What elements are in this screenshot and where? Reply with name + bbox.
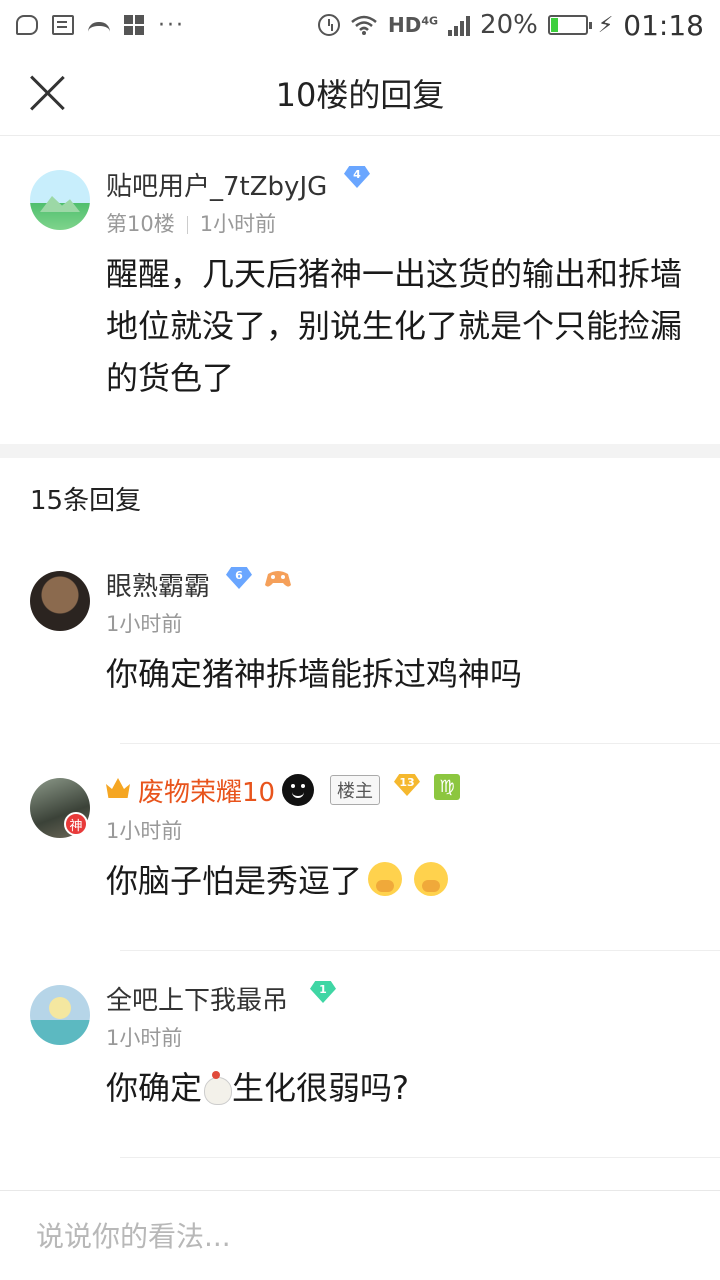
post-meta: 第10楼 1小时前 xyxy=(106,208,276,238)
network-type-label: 4G xyxy=(421,14,439,28)
smiley-badge-icon xyxy=(282,774,314,806)
chat-bubble-icon xyxy=(16,15,38,35)
replies-count: 15条回复 xyxy=(30,486,142,516)
cover-mouth-emoji-icon xyxy=(414,862,449,896)
level-badge: 4 xyxy=(344,166,370,188)
apps-icon xyxy=(124,15,144,35)
level-gem-icon: 13 xyxy=(394,774,420,796)
page-header: 10楼的回复 xyxy=(0,50,720,136)
row-divider xyxy=(120,1157,720,1158)
post-time: 1小时前 xyxy=(199,212,277,236)
chicken-emoji-icon xyxy=(202,1069,233,1105)
post-content: 醒醒，几天后猪神一出这货的输出和拆墙地位就没了，别说生化了就是个只能捡漏的货色了 xyxy=(106,255,683,397)
avatar[interactable] xyxy=(30,571,90,631)
zodiac-badge: ♍ xyxy=(434,774,460,800)
cover-mouth-emoji-icon xyxy=(368,862,403,896)
battery-level-fill xyxy=(550,18,559,32)
network-indicator: HD4G xyxy=(388,13,438,37)
network-label: HD xyxy=(388,13,422,37)
reply-input-bar xyxy=(0,1190,720,1280)
reply-content-row: 你脑子怕是秀逗了 xyxy=(106,855,706,907)
missed-call-icon xyxy=(88,22,110,34)
reply-time: 1小时前 xyxy=(106,819,183,843)
reply-username[interactable]: 全吧上下我最吊 xyxy=(106,980,288,1017)
main-post: 贴吧用户_7tZbyJG 4 第10楼 1小时前 醒醒，几天后猪神一出这货的输出和… xyxy=(0,136,720,444)
post-username[interactable]: 贴吧用户_7tZbyJG xyxy=(106,166,327,203)
reply-time: 1小时前 xyxy=(106,1026,183,1050)
battery-percent: 20% xyxy=(480,10,538,40)
reply-content: 你确定猪神拆墙能拆过鸡神吗 xyxy=(106,655,523,693)
more-notifications-icon: ··· xyxy=(158,12,185,38)
section-divider xyxy=(0,444,720,458)
clock-time: 01:18 xyxy=(623,8,704,42)
avatar[interactable] xyxy=(30,170,90,230)
level-badge: 13 xyxy=(394,774,420,796)
reply-content: 你脑子怕是秀逗了 xyxy=(106,862,363,900)
reply-input[interactable] xyxy=(16,1201,704,1271)
wifi-icon xyxy=(350,14,378,36)
alarm-icon xyxy=(318,14,341,36)
row-divider xyxy=(120,743,720,744)
gamepad-badge-icon xyxy=(264,566,292,590)
status-bar-system: HD4G 20% ⚡ 01:18 xyxy=(318,9,704,42)
reply-content-row: 你确定 生化很弱吗? xyxy=(106,1062,706,1114)
page-title: 10楼的回复 xyxy=(275,75,445,114)
level-gem-icon: 6 xyxy=(226,567,252,589)
charging-icon: ⚡ xyxy=(597,12,614,38)
close-icon[interactable] xyxy=(28,74,66,112)
avatar[interactable] xyxy=(30,985,90,1045)
status-bar-notifications: ··· xyxy=(16,13,185,38)
meta-divider xyxy=(186,216,188,234)
row-divider xyxy=(120,950,720,951)
reply-time: 1小时前 xyxy=(106,612,183,636)
message-icon xyxy=(52,15,74,35)
battery-icon xyxy=(547,15,592,35)
signal-icon xyxy=(448,14,471,36)
owner-tag: 楼主 xyxy=(330,775,380,805)
reply-content-end: 生化很弱吗? xyxy=(232,1069,410,1107)
reply-content-start: 你确定 xyxy=(106,1069,203,1107)
god-badge: 神 xyxy=(64,812,88,836)
level-gem-icon: 1 xyxy=(310,981,336,1003)
status-bar: ··· HD4G 20% ⚡ 01:18 xyxy=(0,0,720,50)
floor-number: 第10楼 xyxy=(106,212,175,236)
crown-icon xyxy=(106,778,130,798)
level-badge: 6 xyxy=(226,567,252,589)
reply-username[interactable]: 眼熟霸霸 xyxy=(106,566,210,603)
level-gem-icon: 4 xyxy=(344,166,370,188)
level-badge: 1 xyxy=(310,981,336,1003)
reply-username[interactable]: 废物荣耀10 xyxy=(138,772,275,809)
